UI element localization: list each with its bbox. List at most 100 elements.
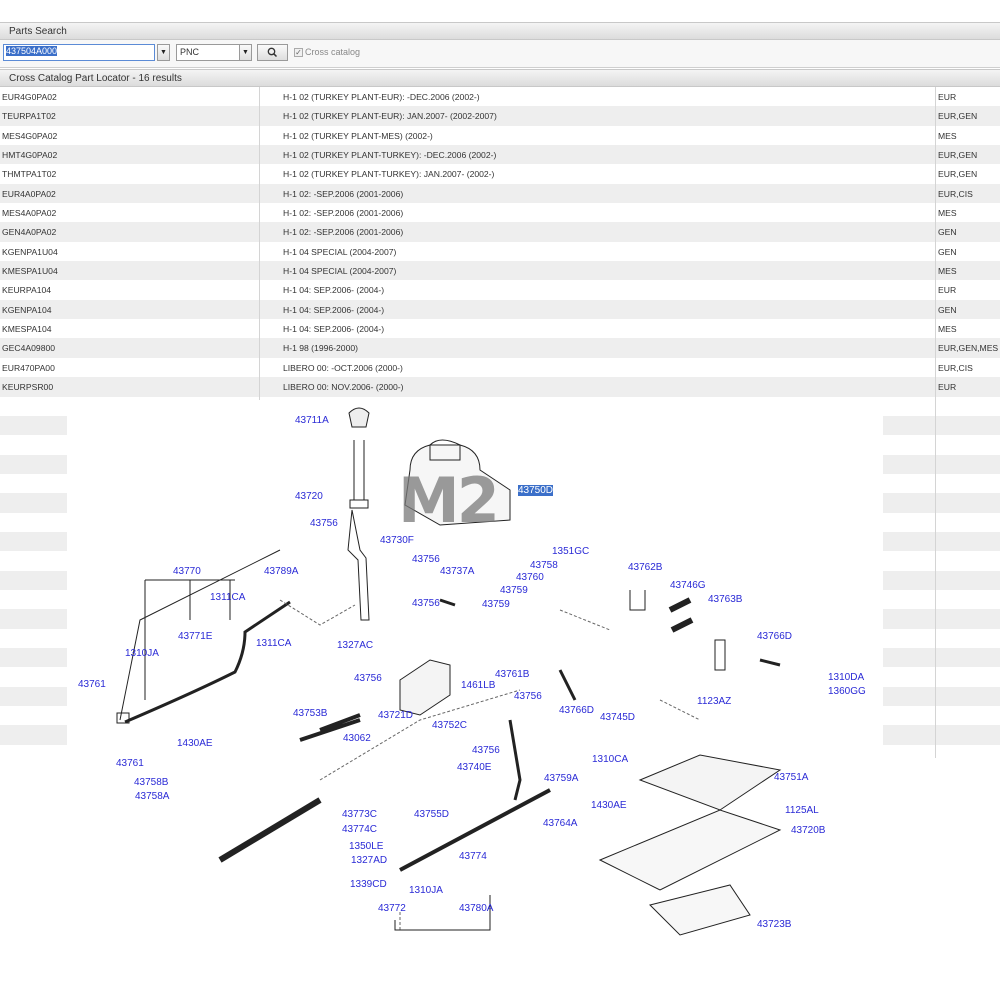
table-row[interactable]: KEURPA104 H-1 04: SEP.2006- (2004-) EUR: [0, 280, 1000, 299]
part-label[interactable]: 43758B: [134, 777, 168, 788]
part-label[interactable]: 43756: [412, 554, 440, 565]
part-label[interactable]: 43720: [295, 491, 323, 502]
part-label[interactable]: 43759: [500, 585, 528, 596]
part-label[interactable]: 1350LE: [349, 841, 383, 852]
catalog-cell: KEURPA104: [2, 285, 52, 296]
part-label[interactable]: 1360GG: [828, 686, 866, 697]
part-label[interactable]: 43759A: [544, 773, 578, 784]
table-row[interactable]: GEN4A0PA02 H-1 02: -SEP.2006 (2001-2006) G…: [0, 222, 1000, 242]
part-label[interactable]: 1123AZ: [697, 696, 731, 707]
part-label[interactable]: 43740E: [457, 762, 491, 773]
search-type-select[interactable]: PNC: [176, 44, 240, 61]
part-label[interactable]: 1327AC: [337, 640, 373, 651]
part-label[interactable]: 43746G: [670, 580, 706, 591]
table-row[interactable]: EUR4A0PA02 H-1 02: -SEP.2006 (2001-2006) E…: [0, 183, 1000, 204]
catalog-cell: EUR4G0PA02: [2, 92, 57, 102]
part-label[interactable]: 1461LB: [461, 680, 495, 691]
part-label[interactable]: 43770: [173, 566, 201, 577]
search-button[interactable]: [257, 44, 288, 61]
part-label[interactable]: 43766D: [757, 631, 792, 642]
part-label[interactable]: 1311CA: [210, 592, 245, 603]
table-row[interactable]: KMESPA1U04 H-1 04 SPECIAL (2004-2007) MES: [0, 261, 1000, 281]
catalog-cell: HMT4G0PA02: [2, 150, 58, 161]
part-label[interactable]: 43758: [530, 560, 558, 571]
part-label[interactable]: 43761: [116, 758, 144, 769]
history-dropdown-button[interactable]: ▼: [157, 44, 170, 61]
part-number-input[interactable]: 437504A000: [3, 44, 155, 61]
model-cell: H-1 04: SEP.2006- (2004-): [283, 324, 385, 335]
part-label[interactable]: 43774: [459, 851, 487, 862]
part-label[interactable]: 1311CA: [256, 638, 291, 649]
part-label[interactable]: 43721D: [378, 710, 413, 721]
table-row[interactable]: EUR470PA00 LIBERO 00: -OCT.2006 (2000-) EU…: [0, 358, 1000, 377]
table-row[interactable]: EUR4G0PA02 H-1 02 (TURKEY PLANT-EUR): -DE…: [0, 87, 1000, 106]
table-row[interactable]: MES4A0PA02 H-1 02: -SEP.2006 (2001-2006) M…: [0, 203, 1000, 222]
model-cell: H-1 04 SPECIAL (2004-2007): [283, 246, 397, 257]
part-label[interactable]: 43751A: [774, 772, 808, 783]
part-label[interactable]: 43773C: [342, 809, 377, 820]
part-label[interactable]: 43759: [482, 599, 510, 610]
part-label[interactable]: 43774C: [342, 824, 377, 835]
model-cell: LIBERO 00: NOV.2006- (2000-): [283, 382, 404, 393]
table-row[interactable]: MES4G0PA02 H-1 02 (TURKEY PLANT-MES) (200…: [0, 126, 1000, 145]
table-row[interactable]: KGENPA104 H-1 04: SEP.2006- (2004-) GEN: [0, 299, 1000, 320]
catalog-cell: TEURPA1T02: [2, 111, 56, 122]
part-label[interactable]: 43756: [514, 691, 542, 702]
page-title: Parts Search: [9, 26, 67, 37]
region-cell: GEN: [938, 227, 957, 238]
part-label[interactable]: 43764A: [543, 818, 577, 829]
part-label[interactable]: 1339CD: [350, 879, 387, 890]
part-label[interactable]: 43755D: [414, 809, 449, 820]
search-type-dropdown-button[interactable]: ▼: [239, 44, 252, 61]
part-label[interactable]: 43789A: [264, 566, 298, 577]
model-cell: H-1 02: -SEP.2006 (2001-2006): [283, 227, 404, 238]
part-label[interactable]: 43762B: [628, 562, 662, 573]
table-row[interactable]: TEURPA1T02 H-1 02 (TURKEY PLANT-EUR): JAN…: [0, 106, 1000, 126]
part-label[interactable]: 43720B: [791, 825, 825, 836]
part-label[interactable]: 43756: [310, 518, 338, 529]
part-label[interactable]: 1125AL: [785, 805, 819, 816]
table-row[interactable]: GEC4A09800 H-1 98 (1996-2000) EUR,GEN,MES: [0, 338, 1000, 358]
catalog-cell: KEURPSR00: [2, 382, 54, 393]
part-label[interactable]: 43758A: [135, 791, 169, 802]
catalog-cell: EUR470PA00: [2, 362, 55, 373]
region-cell: GEN: [938, 246, 957, 257]
part-label[interactable]: 43771E: [178, 631, 212, 642]
highlighted-part-label[interactable]: 43750D: [518, 485, 554, 496]
part-label[interactable]: 43062: [343, 733, 371, 744]
part-label[interactable]: 43737A: [440, 566, 474, 577]
part-label[interactable]: 1351GC: [552, 546, 589, 557]
part-label[interactable]: 1430AE: [591, 800, 627, 811]
part-label[interactable]: 43756: [472, 745, 500, 756]
part-label[interactable]: 43761: [78, 679, 106, 690]
model-cell: H-1 04: SEP.2006- (2004-): [283, 304, 385, 315]
cross-catalog-checkbox[interactable]: ✓: [294, 48, 303, 57]
part-label[interactable]: 43711A: [295, 415, 329, 426]
part-label[interactable]: 43763B: [708, 594, 742, 605]
part-label[interactable]: 43752C: [432, 720, 467, 731]
part-label[interactable]: 1310JA: [409, 885, 443, 896]
part-label[interactable]: 43723B: [757, 919, 791, 930]
part-label[interactable]: 1310JA: [125, 648, 159, 659]
part-label[interactable]: 43766D: [559, 705, 594, 716]
part-label[interactable]: 1327AD: [351, 855, 387, 866]
table-row[interactable]: THMTPA1T02 H-1 02 (TURKEY PLANT-TURKEY): …: [0, 164, 1000, 183]
part-label[interactable]: 1430AE: [177, 738, 213, 749]
table-row[interactable]: KEURPSR00 LIBERO 00: NOV.2006- (2000-) EUR: [0, 377, 1000, 397]
part-label[interactable]: 43753B: [293, 708, 327, 719]
part-label[interactable]: 43761B: [495, 669, 529, 680]
part-label[interactable]: 43780A: [459, 903, 493, 914]
part-label[interactable]: 43756: [412, 598, 440, 609]
table-row[interactable]: HMT4G0PA02 H-1 02 (TURKEY PLANT-TURKEY): …: [0, 145, 1000, 165]
part-label[interactable]: 43772: [378, 903, 406, 914]
part-label[interactable]: 43745D: [600, 712, 635, 723]
region-cell: EUR,GEN: [938, 169, 978, 180]
part-label[interactable]: 1310CA: [592, 754, 628, 765]
table-row[interactable]: KGENPA1U04 H-1 04 SPECIAL (2004-2007) GEN: [0, 242, 1000, 261]
part-label[interactable]: 43760: [516, 572, 544, 583]
model-cell: H-1 02 (TURKEY PLANT-EUR): JAN.2007- (20…: [283, 111, 497, 122]
search-type-value: PNC: [180, 47, 200, 57]
part-label[interactable]: 43756: [354, 673, 382, 684]
table-row[interactable]: KMESPA104 H-1 04: SEP.2006- (2004-) MES: [0, 319, 1000, 338]
part-label[interactable]: 1310DA: [828, 672, 864, 683]
